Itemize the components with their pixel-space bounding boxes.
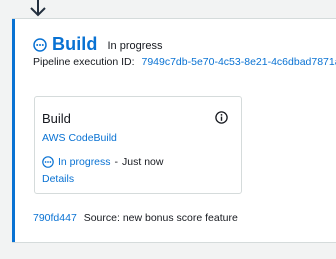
details-link[interactable]: Details [42, 173, 74, 185]
source-line: 790fd447 Source: new bonus score feature [33, 212, 238, 224]
action-status-separator: - [114, 156, 119, 168]
stage-card: Build In progress Pipeline execution ID:… [12, 18, 336, 243]
info-icon[interactable] [215, 111, 228, 124]
stage-title: Build [52, 34, 98, 54]
execution-id-link[interactable]: 7949c7db-5e70-4c53-8e21-4c6dbad7871a [141, 56, 336, 68]
stage-header: Build In progress [33, 34, 163, 55]
provider-link[interactable]: AWS CodeBuild [42, 132, 117, 144]
execution-id-label: Pipeline execution ID: [33, 56, 135, 68]
source-label: Source: new bonus score feature [83, 212, 238, 224]
stage-accent-bar [12, 19, 15, 242]
in-progress-icon [42, 156, 54, 168]
action-card: Build AWS CodeBuild In progress - Just n… [34, 96, 242, 194]
action-status-text: In progress [58, 156, 111, 168]
stage-status-text: In progress [107, 40, 163, 52]
execution-id-line: Pipeline execution ID: 7949c7db-5e70-4c5… [33, 56, 336, 68]
action-time: Just now [122, 156, 164, 168]
action-title: Build [42, 111, 71, 126]
action-status-row: In progress - Just now [42, 156, 163, 168]
in-progress-icon [33, 37, 47, 52]
arrow-down-icon [30, 0, 46, 17]
commit-id-link[interactable]: 790fd447 [33, 212, 77, 224]
